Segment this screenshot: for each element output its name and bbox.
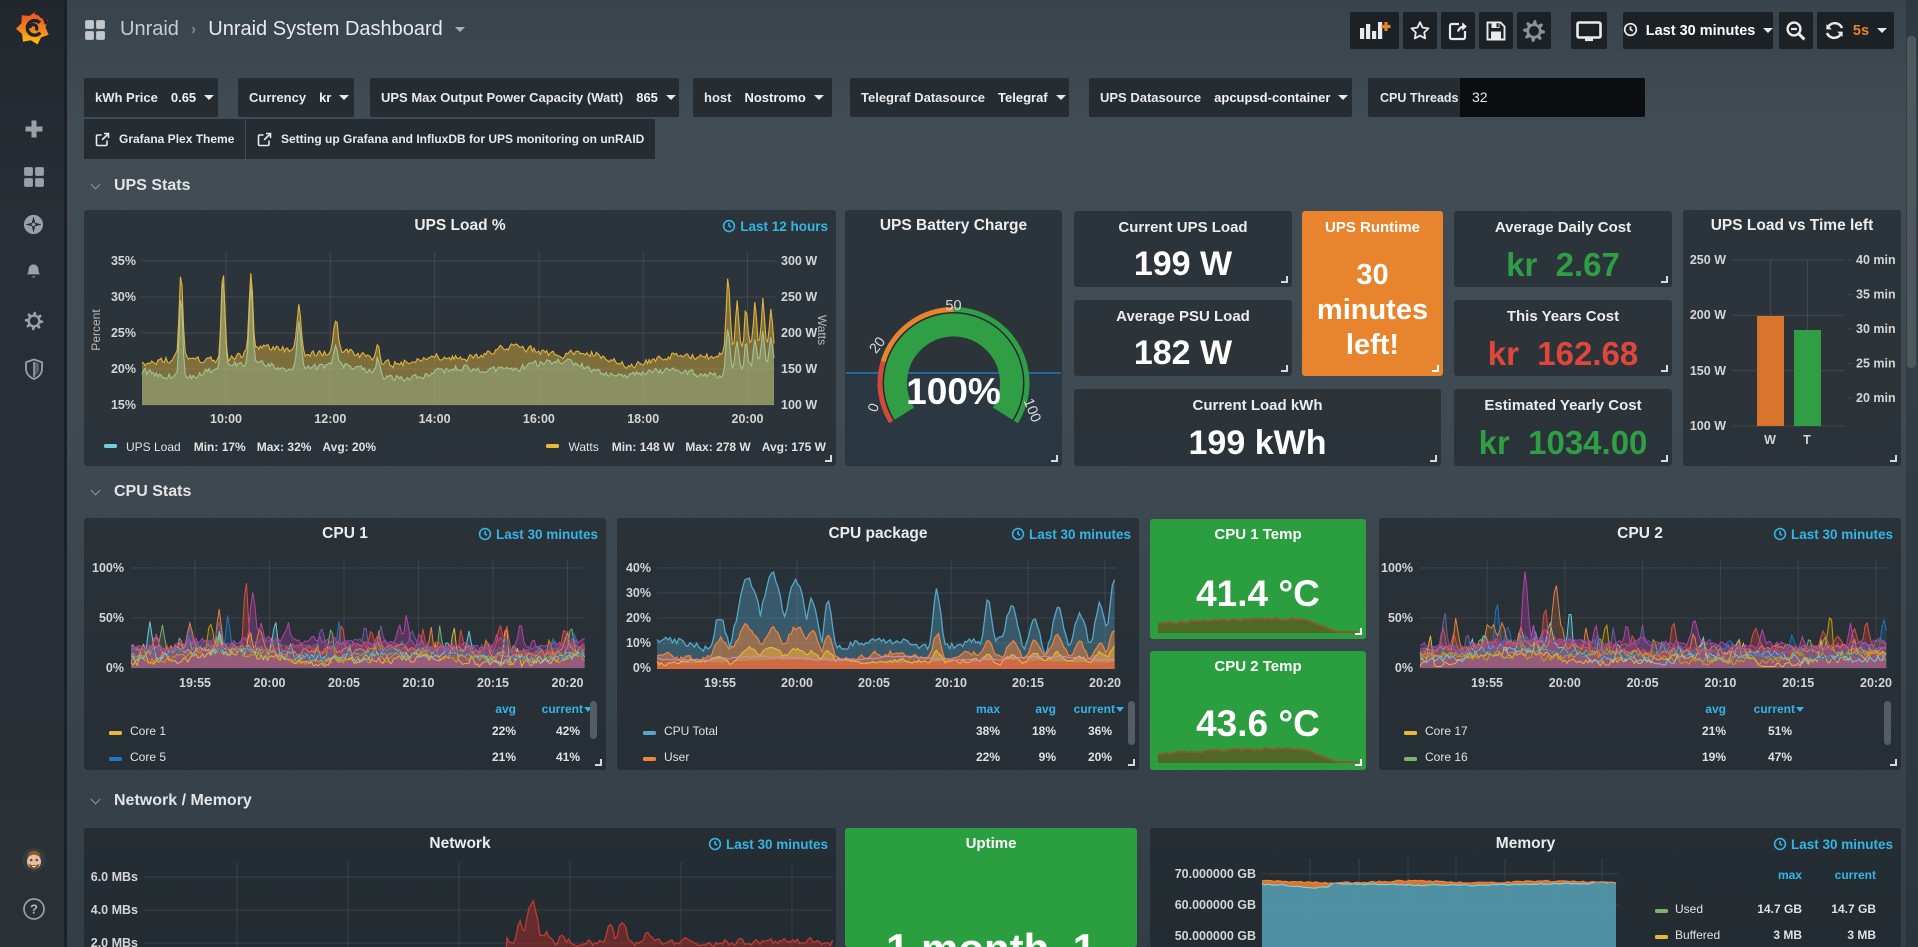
svg-text:?: ?: [30, 902, 38, 917]
